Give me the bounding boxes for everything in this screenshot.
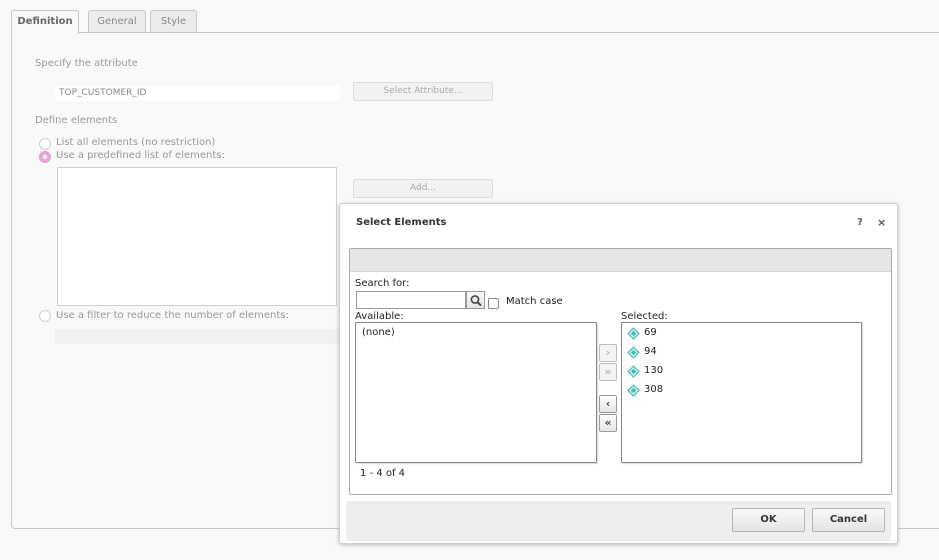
- match-case-label: Match case: [506, 296, 563, 307]
- available-label: Available:: [355, 311, 404, 322]
- select-attribute-button[interactable]: Select Attribute...: [353, 82, 493, 101]
- dialog-footer: OK Cancel: [346, 501, 891, 541]
- tab-definition[interactable]: Definition: [11, 10, 79, 34]
- radio-filter[interactable]: [39, 310, 51, 322]
- element-label: 130: [644, 365, 664, 376]
- element-label: 308: [644, 384, 664, 395]
- search-button[interactable]: [466, 291, 485, 309]
- define-elements-label: Define elements: [35, 115, 118, 126]
- dialog-title: Select Elements: [356, 217, 447, 228]
- radio-filter-label: Use a filter to reduce the number of ele…: [56, 310, 289, 321]
- element-label: 69: [644, 327, 657, 338]
- element-icon: [627, 346, 640, 359]
- attribute-field[interactable]: TOP_CUSTOMER_ID: [55, 85, 339, 101]
- selected-label: Selected:: [621, 311, 668, 322]
- element-icon: [627, 327, 640, 340]
- radio-list-all-label: List all elements (no restriction): [56, 137, 216, 148]
- list-item[interactable]: (none): [362, 327, 395, 338]
- ok-button[interactable]: OK: [732, 508, 805, 532]
- element-label: 94: [644, 346, 657, 357]
- radio-list-all[interactable]: [39, 138, 51, 150]
- count-text: 1 - 4 of 4: [360, 468, 406, 479]
- tab-style[interactable]: Style: [150, 10, 197, 33]
- close-icon[interactable]: ×: [877, 216, 886, 229]
- cancel-button[interactable]: Cancel: [812, 508, 885, 532]
- element-icon: [627, 365, 640, 378]
- remove-one-button[interactable]: ‹: [599, 395, 617, 413]
- add-elements-button[interactable]: Add...: [353, 179, 493, 198]
- search-label: Search for:: [355, 278, 410, 289]
- predefined-elements-list[interactable]: [57, 167, 337, 306]
- dialog-toolbar: [350, 249, 891, 272]
- tab-general[interactable]: General: [88, 10, 146, 33]
- filter-field[interactable]: [55, 329, 339, 344]
- radio-predefined-list[interactable]: [39, 151, 51, 163]
- specify-attribute-label: Specify the attribute: [35, 58, 138, 69]
- search-icon: [470, 295, 482, 307]
- search-input[interactable]: [356, 291, 466, 309]
- select-elements-dialog: Select Elements ? × Search for: Match ca…: [339, 203, 898, 544]
- selected-list[interactable]: 69 94 130 308: [621, 322, 862, 463]
- add-all-button[interactable]: »: [599, 363, 617, 381]
- help-icon[interactable]: ?: [857, 217, 863, 228]
- element-icon: [627, 384, 640, 397]
- dialog-content: Search for: Match case Available: (none)…: [349, 248, 892, 495]
- add-one-button[interactable]: ›: [599, 344, 617, 362]
- remove-all-button[interactable]: «: [599, 414, 617, 432]
- available-list[interactable]: (none): [355, 322, 597, 463]
- radio-predefined-list-label: Use a predefined list of elements:: [56, 150, 225, 161]
- match-case-checkbox[interactable]: [488, 298, 499, 309]
